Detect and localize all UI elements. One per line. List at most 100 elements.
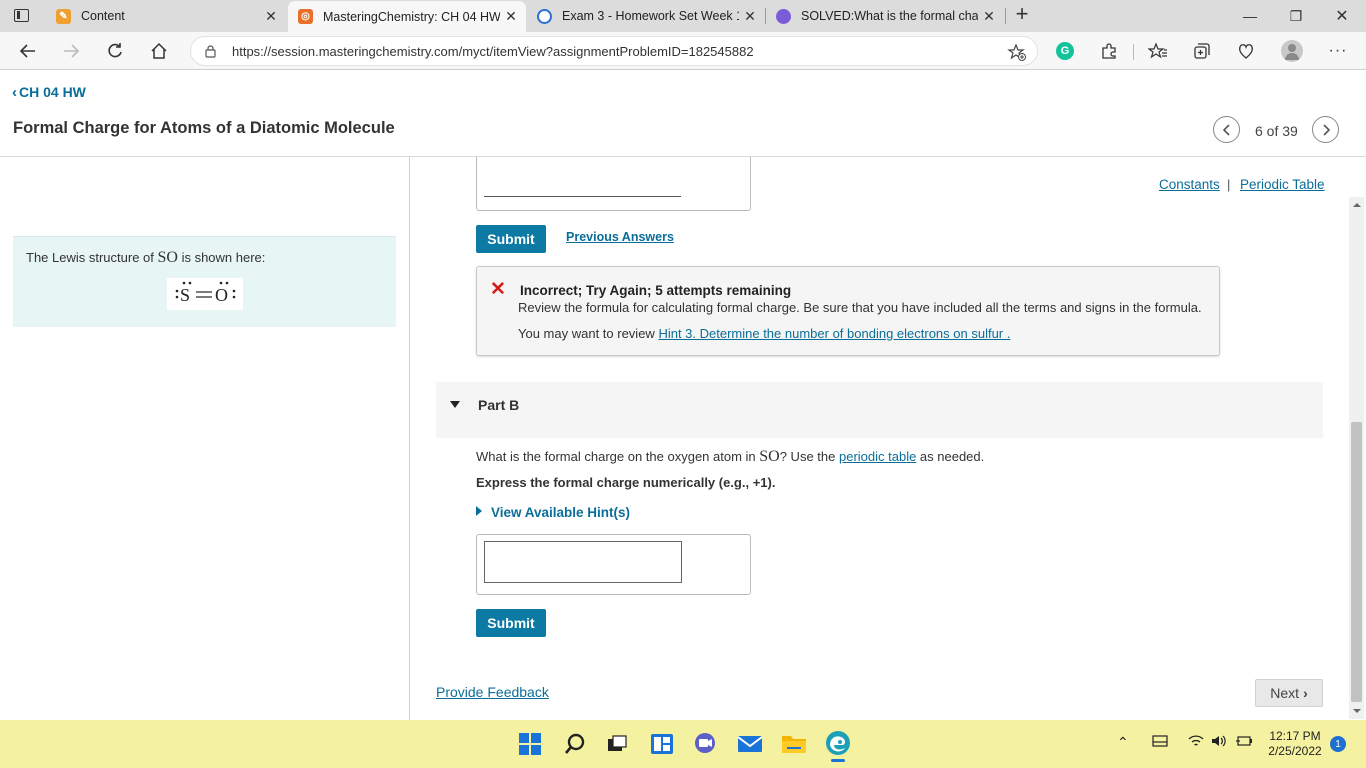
scroll-thumb[interactable] xyxy=(1351,422,1362,702)
wifi-icon[interactable] xyxy=(1188,734,1204,751)
windows-taskbar: ⌃ 12:17 PM 2/25/2022 1 xyxy=(0,720,1366,768)
intro-text: The Lewis structure of SO is shown here: xyxy=(26,249,266,266)
tab-exam3[interactable]: Exam 3 - Homework Set Week 1 ✕ xyxy=(527,0,765,32)
settings-menu-button[interactable]: ··· xyxy=(1326,39,1350,63)
molecule-formula: SO xyxy=(759,448,780,465)
add-favorite-icon[interactable] xyxy=(1007,42,1027,62)
links-separator: | xyxy=(1227,177,1231,192)
collections-button[interactable] xyxy=(1190,39,1214,63)
browser-essentials-button[interactable] xyxy=(1234,39,1258,63)
mail-button[interactable] xyxy=(736,730,764,758)
forward-button[interactable] xyxy=(57,37,85,65)
collections-icon xyxy=(1194,43,1210,59)
grammarly-extension[interactable]: G xyxy=(1053,39,1077,63)
widgets-icon xyxy=(651,734,673,754)
extensions-button[interactable] xyxy=(1097,39,1121,63)
taskbar-search-button[interactable] xyxy=(561,730,589,758)
avatar-icon xyxy=(1281,40,1303,62)
arrow-right-icon xyxy=(64,44,80,58)
previous-item-button[interactable] xyxy=(1213,116,1240,143)
search-icon xyxy=(565,733,585,754)
task-view-button[interactable] xyxy=(603,730,631,758)
next-item-button[interactable] xyxy=(1312,116,1339,143)
scroll-up-icon[interactable] xyxy=(1353,203,1361,207)
collapse-triangle-icon xyxy=(450,401,460,408)
part-b-submit-button[interactable]: Submit xyxy=(476,609,546,637)
keyboard-icon[interactable] xyxy=(1152,734,1168,751)
browser-toolbar: https://session.masteringchemistry.com/m… xyxy=(0,32,1366,70)
back-to-assignment-link[interactable]: ‹ CH 04 HW xyxy=(12,84,86,101)
browser-tab-strip: ✎ Content ✕ ◎ MasteringChemistry: CH 04 … xyxy=(0,0,1366,32)
tab-solved[interactable]: SOLVED:What is the formal charg ✕ xyxy=(766,0,1004,32)
hint-3-link[interactable]: Hint 3. Determine the number of bonding … xyxy=(658,326,1010,341)
constants-link[interactable]: Constants xyxy=(1159,177,1220,192)
page-title: Formal Charge for Atoms of a Diatomic Mo… xyxy=(13,119,395,137)
url-text: https://session.masteringchemistry.com/m… xyxy=(232,44,754,59)
feedback-title: Incorrect; Try Again; 5 attempts remaini… xyxy=(520,283,792,298)
tab-masteringchemistry[interactable]: ◎ MasteringChemistry: CH 04 HW ✕ xyxy=(288,1,526,32)
previous-answers-link[interactable]: Previous Answers xyxy=(566,230,674,244)
close-icon[interactable]: ✕ xyxy=(500,8,522,25)
teams-chat-button[interactable] xyxy=(691,730,719,758)
close-icon[interactable]: ✕ xyxy=(978,8,1000,25)
item-position: 6 of 39 xyxy=(1255,123,1298,139)
tab-actions-icon[interactable] xyxy=(14,9,29,22)
part-a-submit-button[interactable]: Submit xyxy=(476,225,546,253)
error-x-icon: ✕ xyxy=(490,279,506,300)
system-clock[interactable]: 12:17 PM 2/25/2022 xyxy=(1262,729,1328,759)
restore-button[interactable]: ❐ xyxy=(1273,0,1319,32)
part-b-header[interactable]: Part B xyxy=(436,382,1323,438)
widgets-button[interactable] xyxy=(648,730,676,758)
folder-icon xyxy=(782,736,806,753)
periodic-table-inline-link[interactable]: periodic table xyxy=(839,449,916,464)
refresh-button[interactable] xyxy=(101,37,129,65)
tab-content[interactable]: ✎ Content ✕ xyxy=(46,0,286,32)
new-tab-button[interactable]: + xyxy=(1010,3,1034,27)
file-explorer-button[interactable] xyxy=(780,730,808,758)
close-icon[interactable]: ✕ xyxy=(739,8,761,25)
close-window-button[interactable]: ✕ xyxy=(1319,0,1365,32)
chevron-right-icon: › xyxy=(1303,685,1308,701)
refresh-icon xyxy=(108,43,122,58)
provide-feedback-link[interactable]: Provide Feedback xyxy=(436,684,549,700)
start-button[interactable] xyxy=(516,730,544,758)
feedback-message: Review the formula for calculating forma… xyxy=(518,300,1202,315)
chevron-right-icon xyxy=(1322,123,1330,136)
chevron-left-icon: ‹ xyxy=(12,84,17,101)
scroll-down-icon[interactable] xyxy=(1353,709,1361,713)
home-button[interactable] xyxy=(145,37,173,65)
more-icon: ··· xyxy=(1328,42,1348,59)
edge-taskbar-button[interactable] xyxy=(824,730,852,762)
periodic-table-link[interactable]: Periodic Table xyxy=(1240,177,1325,192)
part-b-answer-input[interactable] xyxy=(484,541,682,583)
task-view-icon xyxy=(608,735,627,751)
mail-icon xyxy=(737,736,763,752)
profile-button[interactable] xyxy=(1280,39,1304,63)
favorites-star-icon xyxy=(1148,42,1167,59)
incorrect-feedback-box: ✕ Incorrect; Try Again; 5 attempts remai… xyxy=(476,266,1220,356)
close-icon[interactable]: ✕ xyxy=(260,8,282,25)
pencil-icon: ✎ xyxy=(56,8,71,24)
feedback-review: You may want to review Hint 3. Determine… xyxy=(518,326,1011,341)
view-hints-toggle[interactable]: View Available Hint(s) xyxy=(476,505,630,520)
heart-shield-icon xyxy=(1239,44,1253,59)
arrow-left-icon xyxy=(19,44,35,58)
minimize-button[interactable]: — xyxy=(1227,0,1273,32)
show-hidden-icons-button[interactable]: ⌃ xyxy=(1117,734,1129,751)
home-icon xyxy=(151,42,167,59)
notification-badge[interactable]: 1 xyxy=(1330,736,1346,752)
intro-panel: The Lewis structure of SO is shown here:… xyxy=(13,236,396,327)
favorites-button[interactable] xyxy=(1146,39,1170,63)
content-scrollbar[interactable] xyxy=(1349,197,1364,719)
next-button[interactable]: Next › xyxy=(1255,679,1323,707)
molecule-formula: SO xyxy=(157,249,178,266)
part-b-answer-box xyxy=(476,534,751,595)
part-a-answer-input[interactable] xyxy=(484,196,681,197)
search-icon xyxy=(537,8,552,24)
back-button[interactable] xyxy=(14,37,42,65)
address-bar[interactable]: https://session.masteringchemistry.com/m… xyxy=(190,36,1038,66)
battery-icon[interactable] xyxy=(1235,734,1253,751)
volume-icon[interactable] xyxy=(1211,734,1227,751)
panel-divider xyxy=(409,157,410,720)
edge-icon xyxy=(826,731,850,755)
